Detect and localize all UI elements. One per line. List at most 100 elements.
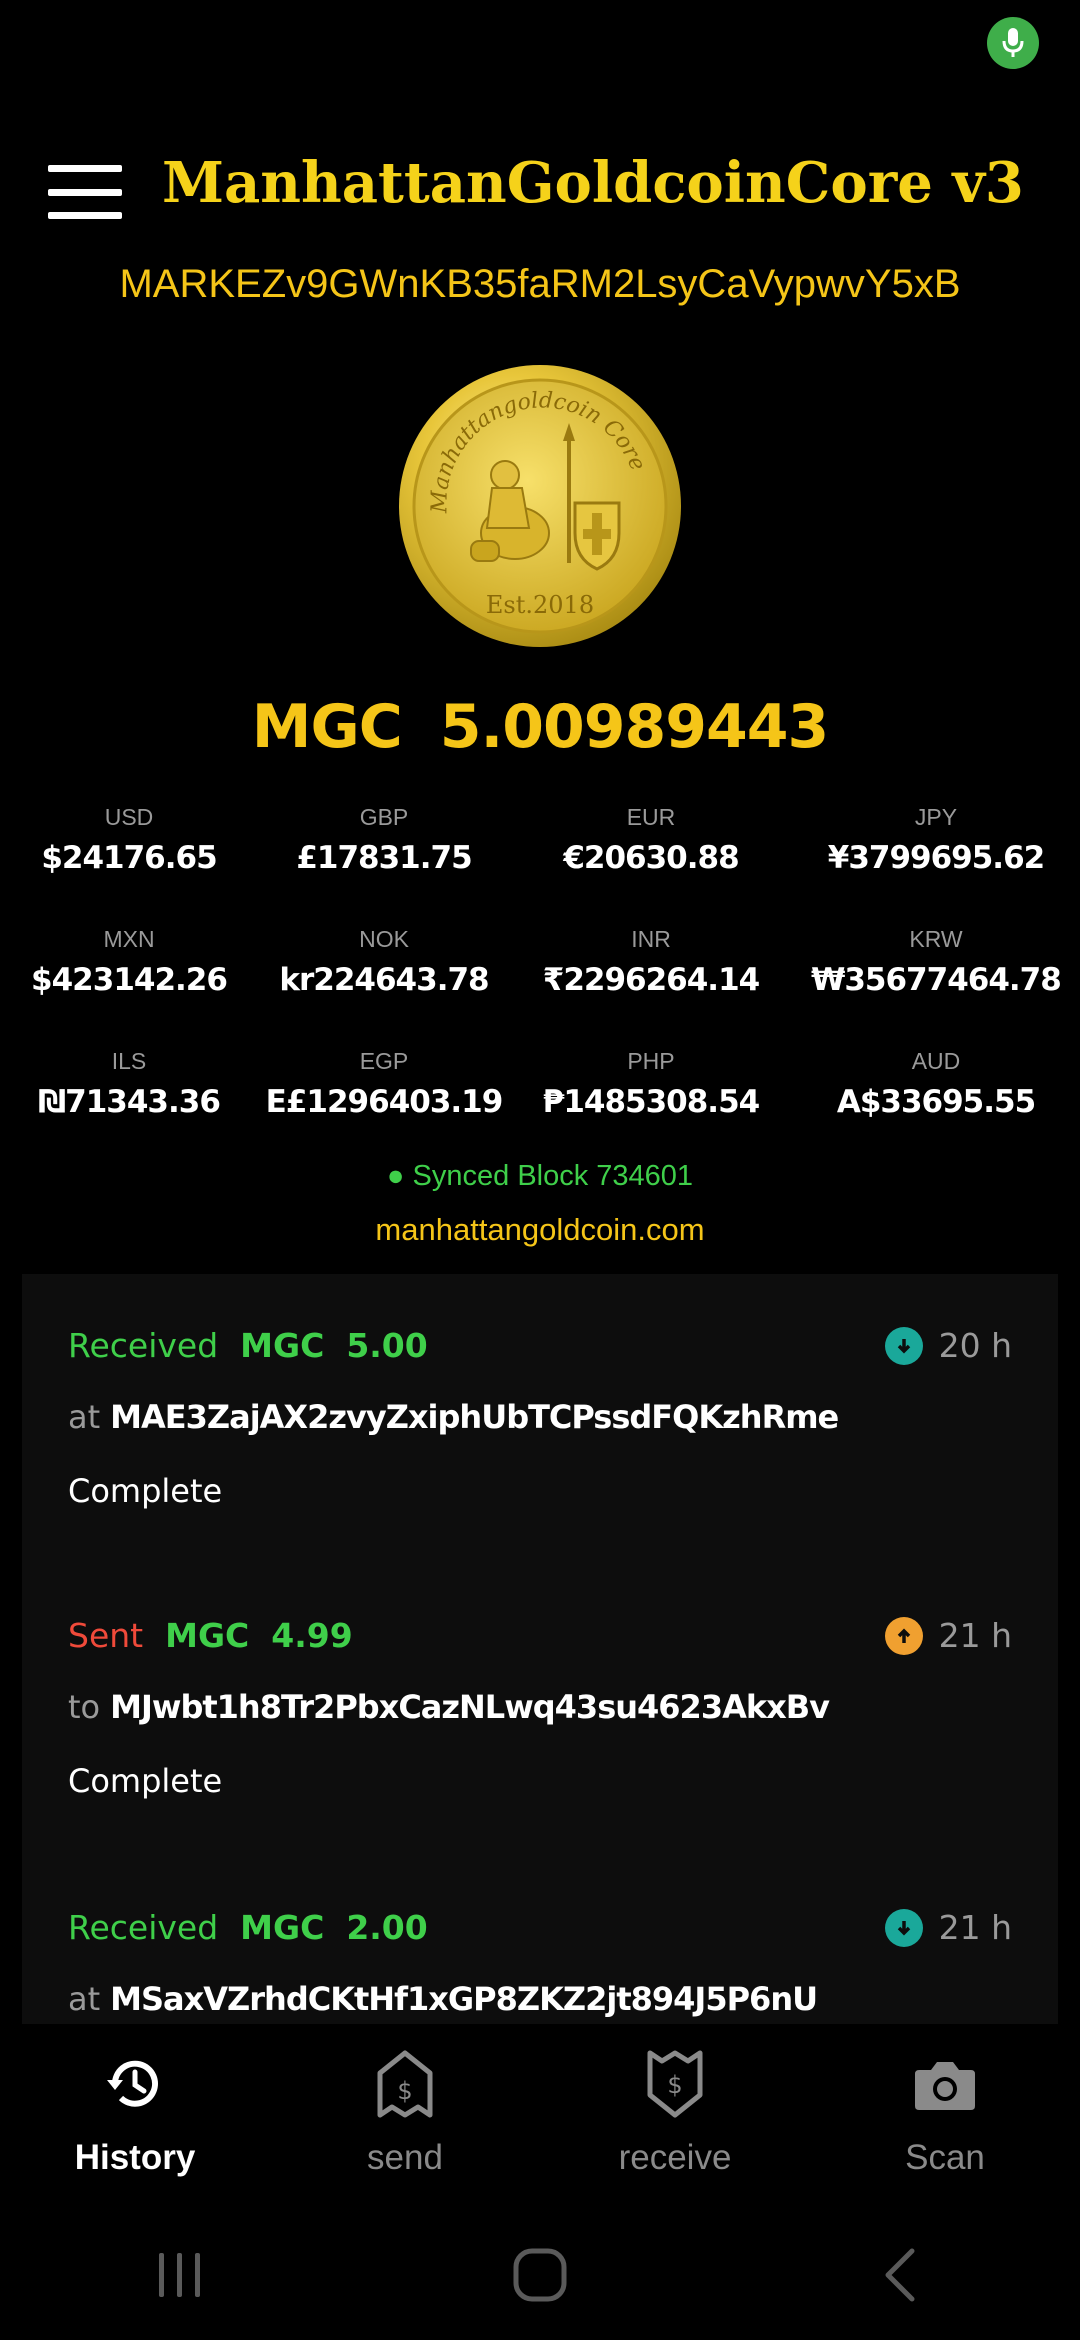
menu-line [48,188,122,196]
coin-est-text: Est.2018 [486,591,594,619]
balance-display: MGC 5.00989443 [0,692,1080,762]
nav-history[interactable]: History [0,2024,270,2204]
fiat-code: EGP [359,1048,409,1074]
transaction-symbol: MGC [240,1326,325,1365]
camera-icon [810,2046,1080,2122]
fiat-ils: ILS ₪71343.36 [0,1046,258,1128]
transaction-time: 21 h [884,1616,1012,1655]
transaction-address[interactable]: MAE3ZajAX2zvyZxiphUbTCPssdFQKzhRme [110,1398,839,1436]
arrow-up-circle-icon [884,1616,923,1655]
nav-history-label: History [74,2138,196,2177]
transaction-amount: 2.00 [346,1908,428,1947]
transaction-address[interactable]: MJwbt1h8Tr2PbxCazNLwq43su4623AkxBv [110,1688,830,1726]
fiat-code: JPY [914,804,958,830]
balance-amount: 5.00989443 [439,692,830,762]
menu-line [48,212,122,219]
fiat-code: AUD [911,1048,961,1074]
back-button[interactable] [820,2235,980,2315]
transaction-type: Sent [68,1616,144,1655]
fiat-value: A$33695.55 [836,1084,1036,1120]
fiat-jpy: JPY ¥3799695.62 [792,802,1080,884]
transaction-address[interactable]: MSaxVZrhdCKtHf1xGP8ZKZ2jt894J5P6nU [110,1980,818,2018]
fiat-conversion-grid: USD $24176.65 GBP £17831.75 EUR €20630.88 J… [0,802,1080,1128]
transaction-counterparty: at MSaxVZrhdCKtHf1xGP8ZKZ2jt894J5P6nU [68,1980,818,2018]
transaction-time-text: 21 h [938,1908,1012,1947]
transaction-symbol: MGC [240,1908,325,1947]
goldcoin-logo: Manhattangoldcoin Core Est.2018 [399,365,681,647]
transaction-history-list[interactable]: Received MGC 5.00 20 h at MAE3ZajAX2zvyZxip… [22,1274,1058,2024]
fiat-eur: EUR €20630.88 [510,802,792,884]
transaction-item[interactable]: Received MGC 2.00 21 h at MSaxVZrhdCKtHf1xG… [22,1856,1058,2024]
recent-apps-button[interactable] [100,2235,260,2315]
sync-dot-icon: ● [386,1160,405,1192]
nav-receive-label: receive [618,2138,732,2177]
transaction-symbol: MGC [165,1616,250,1655]
send-money-icon: $ [270,2046,540,2122]
nav-send[interactable]: $ send [270,2024,540,2204]
transaction-summary: Received MGC 5.00 [68,1326,428,1365]
svg-text:$: $ [667,2071,682,2099]
transaction-preposition: at [68,1398,101,1436]
fiat-gbp: GBP £17831.75 [258,802,510,884]
arrow-down-circle-icon [884,1908,923,1947]
fiat-code: GBP [359,804,409,830]
back-arrow-icon [885,2248,915,2302]
fiat-mxn: MXN $423142.26 [0,924,258,1006]
fiat-code: MXN [103,926,155,952]
transaction-time-text: 21 h [938,1616,1012,1655]
nav-scan[interactable]: Scan [810,2024,1080,2204]
transaction-status: Complete [68,1762,223,1800]
fiat-code: ILS [111,1048,147,1074]
transaction-counterparty: at MAE3ZajAX2zvyZxiphUbTCPssdFQKzhRme [68,1398,839,1436]
system-navigation-bar [0,2210,1080,2340]
transaction-item[interactable]: Sent MGC 4.99 21 h to MJwbt1h8Tr2PbxCazNLwq… [22,1564,1058,1834]
fiat-code: KRW [909,926,963,952]
fiat-nok: NOK kr224643.78 [258,924,510,1006]
history-icon [0,2046,270,2122]
fiat-aud: AUD A$33695.55 [792,1046,1080,1128]
nav-receive[interactable]: $ receive [540,2024,810,2204]
recent-apps-icon [159,2253,200,2297]
transaction-item[interactable]: Received MGC 5.00 20 h at MAE3ZajAX2zvyZxip… [22,1274,1058,1544]
transaction-summary: Received MGC 2.00 [68,1908,428,1947]
nav-send-label: send [367,2138,443,2177]
fiat-egp: EGP E£1296403.19 [258,1046,510,1128]
microphone-button[interactable] [987,17,1039,69]
website-link[interactable]: manhattangoldcoin.com [0,1212,1080,1248]
fiat-code: EUR [626,804,676,830]
fiat-code: NOK [359,926,409,952]
fiat-value: £17831.75 [296,840,472,876]
transaction-summary: Sent MGC 4.99 [68,1616,353,1655]
transaction-amount: 5.00 [346,1326,428,1365]
fiat-value: ₱1485308.54 [542,1084,760,1120]
fiat-value: ₹2296264.14 [542,962,760,998]
fiat-value: ₪71343.36 [38,1084,221,1120]
fiat-code: USD [104,804,154,830]
home-icon [513,2248,567,2302]
sync-status-text: Synced [412,1160,510,1192]
fiat-code: PHP [627,1048,675,1074]
receive-money-icon: $ [540,2046,810,2122]
transaction-time: 21 h [884,1908,1012,1947]
transaction-time-text: 20 h [938,1326,1012,1365]
app-title: ManhattanGoldcoinCore v3 [162,150,1024,216]
hamburger-menu-button[interactable] [48,165,122,219]
fiat-value: E£1296403.19 [265,1084,504,1120]
sync-block-label: Block 734601 [517,1160,694,1192]
balance-symbol: MGC [251,692,403,762]
svg-text:$: $ [397,2077,412,2105]
sync-status: ● Synced Block 734601 [0,1160,1080,1193]
fiat-value: kr224643.78 [279,962,489,998]
microphone-icon [1002,28,1024,57]
wallet-address[interactable]: MARKEZv9GWnKB35faRM2LsyCaVypwvY5xB [0,262,1080,307]
fiat-value: $423142.26 [31,962,228,998]
transaction-counterparty: to MJwbt1h8Tr2PbxCazNLwq43su4623AkxBv [68,1688,830,1726]
fiat-value: $24176.65 [41,840,217,876]
transaction-preposition: at [68,1980,101,2018]
transaction-type: Received [68,1908,219,1947]
fiat-usd: USD $24176.65 [0,802,258,884]
transaction-status: Complete [68,1472,223,1510]
fiat-krw: KRW ₩35677464.78 [792,924,1080,1006]
home-button[interactable] [460,2235,620,2315]
bottom-navigation: History $ send $ receive Scan [0,2024,1080,2204]
